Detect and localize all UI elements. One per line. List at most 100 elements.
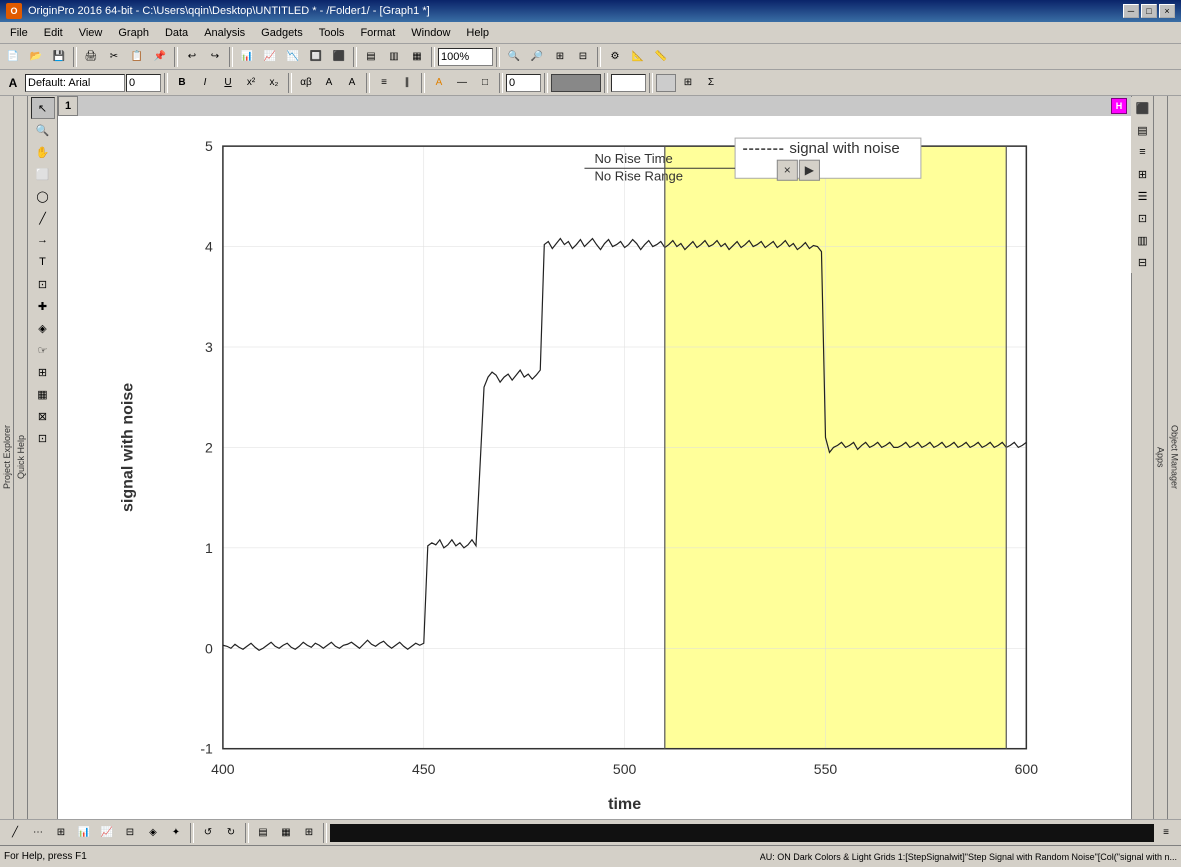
color-fill[interactable]: A [428,72,450,94]
bt-btn7[interactable]: ◈ [142,822,164,844]
bt-btn3[interactable]: ⊞ [50,822,72,844]
tb-icon9[interactable]: 🔍 [503,46,525,68]
copy-button[interactable]: 📋 [126,46,148,68]
rt-btn4[interactable]: ⊞ [1131,163,1155,185]
tb-icon5[interactable]: ⬛ [328,46,350,68]
tb-icon12[interactable]: ⊟ [572,46,594,68]
zoom-tool[interactable]: 🔍 [31,119,55,141]
tb-icon10[interactable]: 🔎 [526,46,548,68]
bt-btn9[interactable]: ↺ [197,822,219,844]
bt-btn10[interactable]: ↻ [220,822,242,844]
new-button[interactable]: 📄 [2,46,24,68]
command-line[interactable] [330,824,1154,842]
greek-btn[interactable]: αβ [295,72,317,94]
tb-tool1[interactable]: ⊞ [31,361,55,383]
maximize-button[interactable]: □ [1141,4,1157,18]
bold-btn[interactable]: B [171,72,193,94]
rt-btn1[interactable]: ⬛ [1131,97,1155,119]
region-tool[interactable]: ⊡ [31,273,55,295]
pan-tool[interactable]: ✋ [31,141,55,163]
tb-icon1[interactable]: 📊 [236,46,258,68]
data-cursor[interactable]: ◈ [31,317,55,339]
subscript-btn[interactable]: x₂ [263,72,285,94]
tb-icon4[interactable]: 🔲 [305,46,327,68]
minimize-button[interactable]: ─ [1123,4,1139,18]
bt-btn12[interactable]: ▦ [275,822,297,844]
font-name-input[interactable] [25,74,125,92]
sigma-btn[interactable]: Σ [700,72,722,94]
tb-icon3[interactable]: 📉 [282,46,304,68]
save-button[interactable]: 💾 [48,46,70,68]
rt-btn6[interactable]: ⊡ [1131,207,1155,229]
tb-icon7[interactable]: ▥ [383,46,405,68]
superscript-btn[interactable]: x² [240,72,262,94]
hand-tool[interactable]: ☞ [31,339,55,361]
tb-tool4[interactable]: ⊡ [31,427,55,449]
align-left[interactable]: ≡ [373,72,395,94]
tb-tool3[interactable]: ⊠ [31,405,55,427]
tb-text1[interactable]: A [318,72,340,94]
menu-help[interactable]: Help [458,25,497,41]
rt-btn3[interactable]: ≡ [1131,141,1155,163]
open-button[interactable]: 📂 [25,46,47,68]
line-width-input[interactable] [506,74,541,92]
draw-rect[interactable]: ⬜ [31,163,55,185]
tb-icon8[interactable]: ▦ [406,46,428,68]
data-reader[interactable]: ✚ [31,295,55,317]
cut-button[interactable]: ✂ [103,46,125,68]
bt-btn1[interactable]: ╱ [4,822,26,844]
bt-btn13[interactable]: ⊞ [298,822,320,844]
menu-data[interactable]: Data [157,25,196,41]
menu-edit[interactable]: Edit [36,25,71,41]
tb-icon14[interactable]: 📐 [627,46,649,68]
bt-btn8[interactable]: ✦ [165,822,187,844]
close-button[interactable]: × [1159,4,1175,18]
menu-format[interactable]: Format [352,25,403,41]
undo-button[interactable]: ↩ [181,46,203,68]
draw-ellipse[interactable]: ◯ [31,185,55,207]
tb-tool2[interactable]: ▦ [31,383,55,405]
bt-btn2[interactable]: ⋯ [27,822,49,844]
menu-window[interactable]: Window [403,25,458,41]
rt-btn7[interactable]: ▥ [1131,229,1155,251]
redo-button[interactable]: ↪ [204,46,226,68]
bt-btn4[interactable]: 📊 [73,822,95,844]
menu-gadgets[interactable]: Gadgets [253,25,311,41]
tb-icon2[interactable]: 📈 [259,46,281,68]
draw-line[interactable]: ╱ [31,207,55,229]
point-size-input[interactable] [611,74,646,92]
rt-btn8[interactable]: ⊟ [1131,251,1155,273]
tb-icon6[interactable]: ▤ [360,46,382,68]
bt-btnlast[interactable]: ≡ [1155,822,1177,844]
h-button[interactable]: H [1111,98,1127,114]
color-border[interactable]: □ [474,72,496,94]
draw-arrow[interactable]: → [31,229,55,251]
rt-btn5[interactable]: ☰ [1131,185,1155,207]
underline-btn[interactable]: U [217,72,239,94]
color-line[interactable]: — [451,72,473,94]
tb-icon16[interactable]: ∥ [396,72,418,94]
font-size-input[interactable] [126,74,161,92]
bt-btn6[interactable]: ⊟ [119,822,141,844]
tb-text2[interactable]: A [341,72,363,94]
svg-text:▶: ▶ [805,163,815,177]
tb-icon17[interactable]: ⊞ [677,72,699,94]
rt-btn2[interactable]: ▤ [1131,119,1155,141]
paste-button[interactable]: 📌 [149,46,171,68]
menu-graph[interactable]: Graph [110,25,157,41]
select-tool[interactable]: ↖ [31,97,55,119]
text-tool[interactable]: T [31,251,55,273]
menu-view[interactable]: View [71,25,111,41]
tb-icon15[interactable]: 📏 [650,46,672,68]
font-aa-btn[interactable]: A [2,72,24,94]
tb-icon13[interactable]: ⚙ [604,46,626,68]
menu-file[interactable]: File [2,25,36,41]
bt-btn5[interactable]: 📈 [96,822,118,844]
menu-tools[interactable]: Tools [311,25,353,41]
print-button[interactable]: 🖨 [80,46,102,68]
zoom-input[interactable] [438,48,493,66]
menu-analysis[interactable]: Analysis [196,25,253,41]
tb-icon11[interactable]: ⊞ [549,46,571,68]
bt-btn11[interactable]: ▤ [252,822,274,844]
italic-btn[interactable]: I [194,72,216,94]
